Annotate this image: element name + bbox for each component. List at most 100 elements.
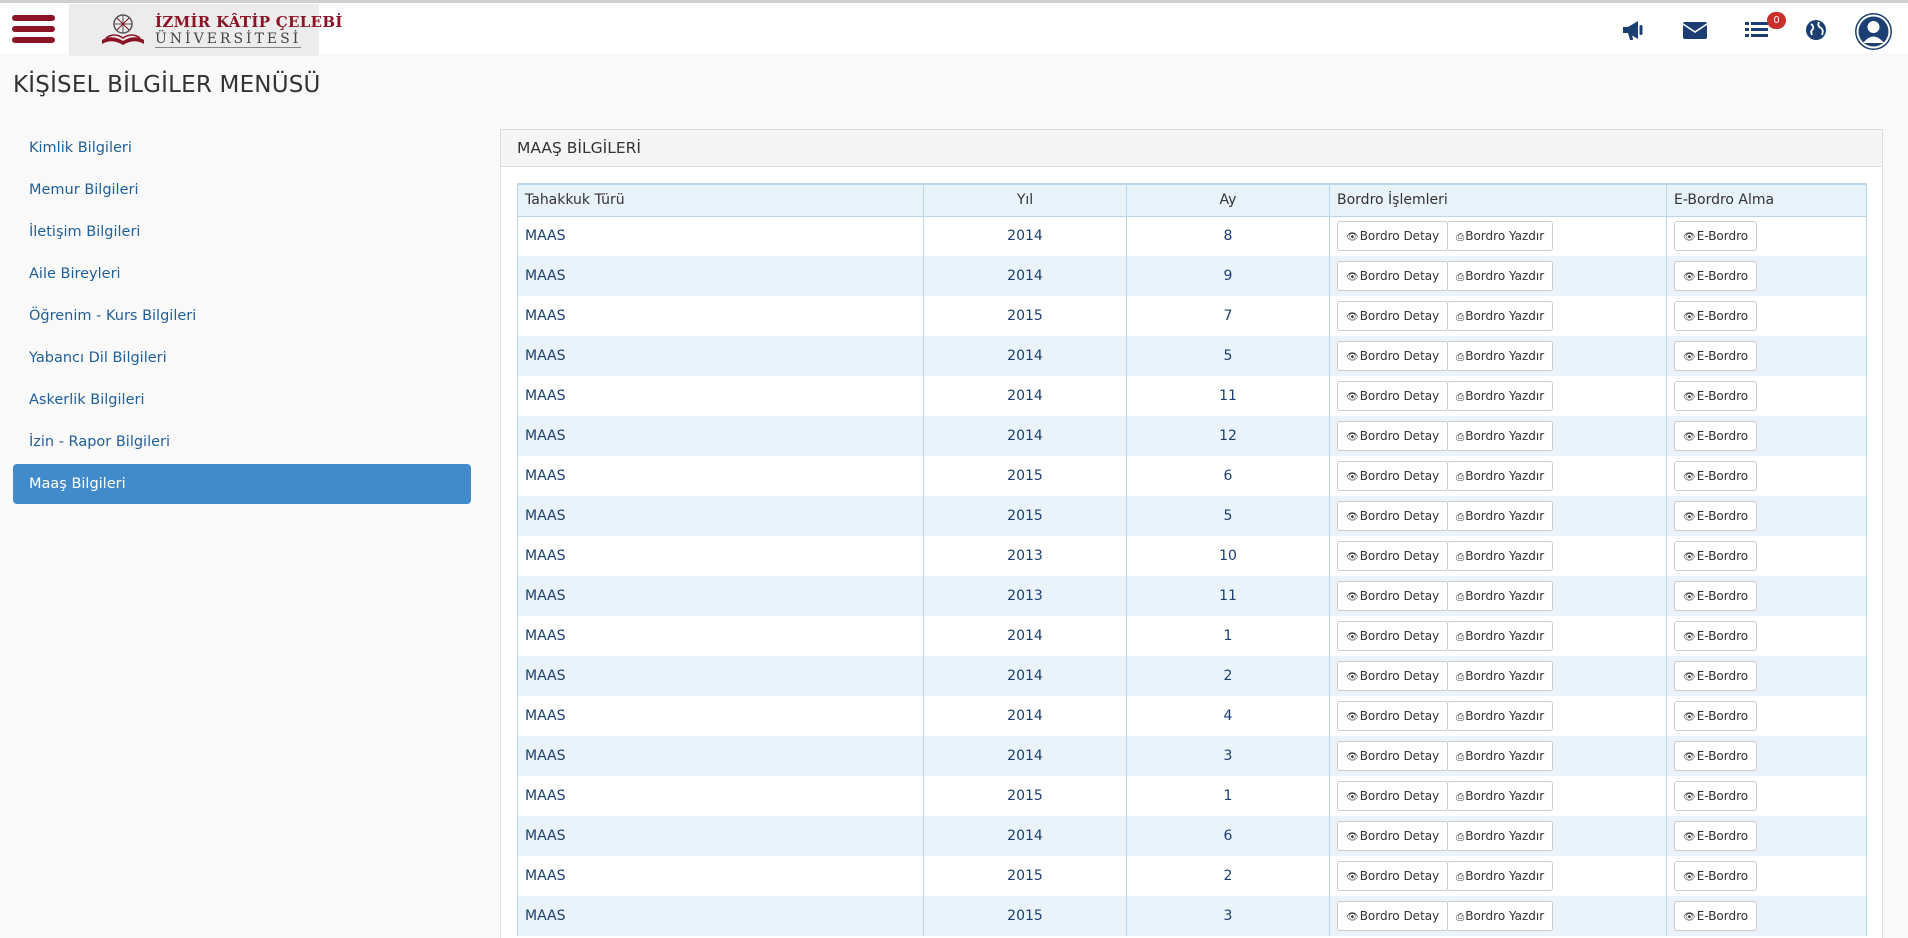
bordro-detay-button[interactable]: 👁Bordro Detay [1337, 581, 1449, 611]
ebordro-button[interactable]: 👁E-Bordro [1674, 341, 1758, 371]
ebordro-button[interactable]: 👁E-Bordro [1674, 821, 1758, 851]
bordro-detay-button[interactable]: 👁Bordro Detay [1337, 861, 1449, 891]
bordro-yazdir-button[interactable]: ⎙Bordro Yazdır [1447, 821, 1554, 851]
bordro-detay-button[interactable]: 👁Bordro Detay [1337, 701, 1449, 731]
ebordro-button[interactable]: 👁E-Bordro [1674, 701, 1758, 731]
sidebar-item-memur[interactable]: Memur Bilgileri [13, 170, 471, 210]
bordro-yazdir-button[interactable]: ⎙Bordro Yazdır [1447, 221, 1554, 252]
bordro-yazdir-button[interactable]: ⎙Bordro Yazdır [1447, 301, 1554, 331]
cell-bordro-islemleri: 👁Bordro Detay ⎙Bordro Yazdır [1329, 256, 1667, 296]
user-avatar[interactable] [1855, 13, 1892, 50]
sidebar-item-yabanci-dil[interactable]: Yabancı Dil Bilgileri [13, 338, 471, 378]
ebordro-label: E-Bordro [1696, 789, 1749, 803]
bordro-detay-button[interactable]: 👁Bordro Detay [1337, 541, 1449, 571]
cell-ay: 5 [1126, 336, 1330, 376]
cell-ebordro: 👁E-Bordro [1666, 816, 1867, 856]
bordro-yazdir-button[interactable]: ⎙Bordro Yazdır [1447, 501, 1554, 531]
eye-icon: 👁 [1683, 912, 1696, 923]
bordro-yazdir-button[interactable]: ⎙Bordro Yazdır [1447, 701, 1554, 731]
cell-ebordro: 👁E-Bordro [1666, 256, 1867, 296]
bordro-detay-button[interactable]: 👁Bordro Detay [1337, 661, 1449, 691]
bordro-detay-button[interactable]: 👁Bordro Detay [1337, 501, 1449, 531]
bordro-detay-button[interactable]: 👁Bordro Detay [1337, 421, 1449, 451]
bordro-yazdir-button[interactable]: ⎙Bordro Yazdır [1447, 341, 1554, 371]
ebordro-button[interactable]: 👁E-Bordro [1674, 741, 1758, 771]
sidebar-item-maas[interactable]: Maaş Bilgileri [13, 464, 471, 504]
ebordro-button[interactable]: 👁E-Bordro [1674, 501, 1758, 531]
bordro-detay-label: Bordro Detay [1359, 749, 1440, 763]
ebordro-button[interactable]: 👁E-Bordro [1674, 221, 1758, 252]
bordro-yazdir-button[interactable]: ⎙Bordro Yazdır [1447, 541, 1554, 571]
table-row: MAAS 2015 7 👁Bordro Detay ⎙Bordro Yazdır 👁E-B… [517, 296, 1867, 336]
ebordro-button[interactable]: 👁E-Bordro [1674, 621, 1758, 651]
sidebar-item-ogrenim[interactable]: Öğrenim - Kurs Bilgileri [13, 296, 471, 336]
envelope-icon[interactable] [1681, 17, 1709, 43]
table-row: MAAS 2013 10 👁Bordro Detay ⎙Bordro Yazdır 👁E-… [517, 536, 1867, 576]
bordro-detay-button[interactable]: 👁Bordro Detay [1337, 621, 1449, 651]
ebordro-button[interactable]: 👁E-Bordro [1674, 661, 1758, 691]
bordro-yazdir-button[interactable]: ⎙Bordro Yazdır [1447, 781, 1554, 811]
bordro-yazdir-button[interactable]: ⎙Bordro Yazdır [1447, 421, 1554, 451]
ebordro-button[interactable]: 👁E-Bordro [1674, 541, 1758, 571]
sidebar-item-kimlik[interactable]: Kimlik Bilgileri [13, 128, 471, 168]
bordro-yazdir-button[interactable]: ⎙Bordro Yazdır [1447, 861, 1554, 891]
print-icon: ⎙ [1456, 472, 1465, 483]
print-icon: ⎙ [1456, 272, 1465, 283]
bordro-yazdir-label: Bordro Yazdır [1465, 789, 1545, 803]
bordro-detay-button[interactable]: 👁Bordro Detay [1337, 301, 1449, 331]
university-logo[interactable]: İZMİR KÂTİP ÇELEBİ ÜNİVERSİTESİ [69, 4, 342, 56]
megaphone-icon[interactable] [1620, 17, 1648, 43]
bordro-yazdir-button[interactable]: ⎙Bordro Yazdır [1447, 381, 1554, 411]
bordro-detay-button[interactable]: 👁Bordro Detay [1337, 221, 1449, 252]
ebordro-button[interactable]: 👁E-Bordro [1674, 261, 1758, 291]
bordro-detay-button[interactable]: 👁Bordro Detay [1337, 341, 1449, 371]
bordro-detay-label: Bordro Detay [1359, 229, 1440, 244]
print-icon: ⎙ [1456, 432, 1465, 443]
ebordro-button[interactable]: 👁E-Bordro [1674, 461, 1758, 491]
ebordro-button[interactable]: 👁E-Bordro [1674, 901, 1758, 931]
bordro-yazdir-button[interactable]: ⎙Bordro Yazdır [1447, 261, 1554, 291]
bordro-yazdir-button[interactable]: ⎙Bordro Yazdır [1447, 901, 1554, 931]
bordro-detay-button[interactable]: 👁Bordro Detay [1337, 461, 1449, 491]
print-icon: ⎙ [1456, 592, 1465, 603]
menu-icon[interactable] [12, 15, 55, 45]
eye-icon: 👁 [1683, 272, 1696, 283]
eye-icon: 👁 [1346, 912, 1359, 923]
table-header-row: Tahakkuk Türü Yıl Ay Bordro İşlemleri E-… [517, 183, 1867, 217]
cell-bordro-islemleri: 👁Bordro Detay ⎙Bordro Yazdır [1329, 696, 1667, 736]
ebordro-button[interactable]: 👁E-Bordro [1674, 781, 1758, 811]
eye-icon: 👁 [1683, 872, 1696, 883]
bordro-detay-button[interactable]: 👁Bordro Detay [1337, 821, 1449, 851]
bordro-detay-button[interactable]: 👁Bordro Detay [1337, 901, 1449, 931]
bordro-detay-button[interactable]: 👁Bordro Detay [1337, 261, 1449, 291]
ebordro-button[interactable]: 👁E-Bordro [1674, 581, 1758, 611]
sidebar-item-aile[interactable]: Aile Bireyleri [13, 254, 471, 294]
cell-ebordro: 👁E-Bordro [1666, 656, 1867, 696]
ebordro-button[interactable]: 👁E-Bordro [1674, 421, 1758, 451]
bordro-yazdir-button[interactable]: ⎙Bordro Yazdır [1447, 461, 1554, 491]
sidebar-item-askerlik[interactable]: Askerlik Bilgileri [13, 380, 471, 420]
ebordro-button[interactable]: 👁E-Bordro [1674, 861, 1758, 891]
eye-icon: 👁 [1346, 272, 1359, 283]
print-icon: ⎙ [1456, 512, 1465, 523]
sidebar-item-izin-rapor[interactable]: İzin - Rapor Bilgileri [13, 422, 471, 462]
bordro-detay-button[interactable]: 👁Bordro Detay [1337, 381, 1449, 411]
ebordro-button[interactable]: 👁E-Bordro [1674, 381, 1758, 411]
bordro-yazdir-button[interactable]: ⎙Bordro Yazdır [1447, 621, 1554, 651]
eye-icon: 👁 [1346, 472, 1359, 483]
globe-icon[interactable] [1802, 17, 1830, 43]
bordro-yazdir-button[interactable]: ⎙Bordro Yazdır [1447, 661, 1554, 691]
cell-bordro-islemleri: 👁Bordro Detay ⎙Bordro Yazdır [1329, 296, 1667, 336]
cell-ebordro: 👁E-Bordro [1666, 216, 1867, 256]
bordro-detay-button[interactable]: 👁Bordro Detay [1337, 781, 1449, 811]
cell-ay: 11 [1126, 376, 1330, 416]
bordro-yazdir-button[interactable]: ⎙Bordro Yazdır [1447, 581, 1554, 611]
bordro-detay-label: Bordro Detay [1359, 829, 1440, 843]
sidebar-item-iletisim[interactable]: İletişim Bilgileri [13, 212, 471, 252]
table-body: MAAS 2014 8 👁Bordro Detay ⎙Bordro Yazdır 👁E-B… [517, 216, 1867, 936]
bordro-yazdir-button[interactable]: ⎙Bordro Yazdır [1447, 741, 1554, 771]
table-row: MAAS 2014 8 👁Bordro Detay ⎙Bordro Yazdır 👁E-B… [517, 216, 1867, 256]
ebordro-button[interactable]: 👁E-Bordro [1674, 301, 1758, 331]
bordro-detay-button[interactable]: 👁Bordro Detay [1337, 741, 1449, 771]
cell-yil: 2014 [923, 216, 1127, 256]
